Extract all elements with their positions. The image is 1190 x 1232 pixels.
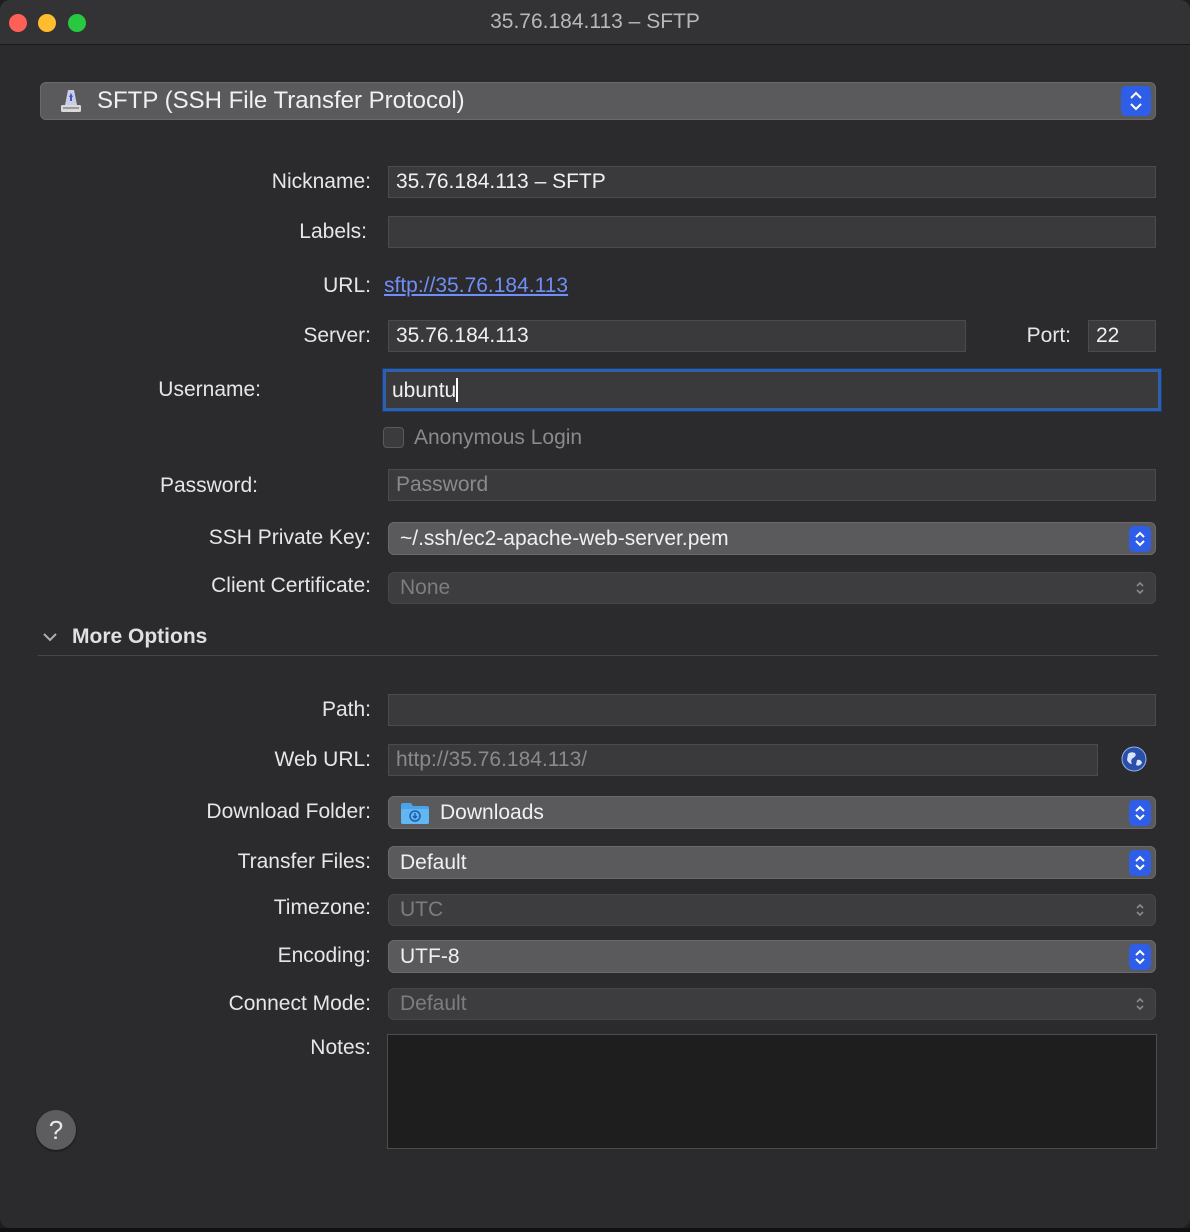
notes-label: Notes: <box>310 1036 371 1059</box>
web-url-field[interactable]: http://35.76.184.113/ <box>388 744 1098 776</box>
sftp-settings-window: 35.76.184.113 – SFTP SFTP (SSH File Tran… <box>0 0 1190 1228</box>
timezone-popup[interactable]: UTC <box>388 894 1156 926</box>
disk-icon <box>57 87 85 115</box>
more-options-label: More Options <box>72 625 208 648</box>
labels-field[interactable] <box>388 216 1156 248</box>
transfer-files-label: Transfer Files: <box>237 850 371 873</box>
client-cert-value: None <box>400 576 451 599</box>
download-folder-popup[interactable]: Downloads <box>388 796 1156 829</box>
globe-icon[interactable] <box>1121 746 1147 772</box>
anonymous-login-label[interactable]: Anonymous Login <box>414 426 582 450</box>
port-field[interactable]: 22 <box>1088 320 1156 352</box>
stepper-icon <box>1129 799 1151 826</box>
title-bar: 35.76.184.113 – SFTP <box>0 0 1190 45</box>
url-label: URL: <box>323 274 371 297</box>
username-field[interactable]: ubuntu <box>383 369 1161 411</box>
username-label: Username: <box>158 378 261 401</box>
transfer-files-popup[interactable]: Default <box>388 846 1156 879</box>
path-label: Path: <box>321 698 371 721</box>
labels-label: Labels: <box>299 220 367 243</box>
nickname-label: Nickname: <box>271 170 371 193</box>
anonymous-login-checkbox[interactable] <box>383 427 404 448</box>
download-folder-value: Downloads <box>440 800 544 824</box>
ssh-key-popup[interactable]: ~/.ssh/ec2-apache-web-server.pem <box>388 522 1156 555</box>
timezone-value: UTC <box>400 898 444 921</box>
download-folder-label: Download Folder: <box>206 800 371 823</box>
server-field[interactable]: 35.76.184.113 <box>388 320 966 352</box>
password-label: Password: <box>159 474 258 497</box>
chevron-down-icon <box>40 627 60 647</box>
url-link[interactable]: sftp://35.76.184.113 <box>384 274 568 298</box>
stepper-icon <box>1129 943 1151 970</box>
ssh-key-value: ~/.ssh/ec2-apache-web-server.pem <box>400 526 729 550</box>
web-url-label: Web URL: <box>274 748 371 771</box>
connect-mode-value: Default <box>400 992 467 1015</box>
timezone-label: Timezone: <box>273 896 371 919</box>
more-options-divider <box>38 655 1158 656</box>
encoding-label: Encoding: <box>277 944 371 967</box>
username-value: ubuntu <box>392 379 457 402</box>
stepper-icon <box>1129 849 1151 876</box>
stepper-icon <box>1129 525 1151 552</box>
stepper-icon <box>1121 86 1151 116</box>
folder-icon <box>400 801 430 825</box>
nickname-field[interactable]: 35.76.184.113 – SFTP <box>388 166 1156 198</box>
port-label: Port: <box>1026 324 1071 347</box>
window-title: 35.76.184.113 – SFTP <box>490 10 700 33</box>
text-caret <box>456 378 459 402</box>
server-label: Server: <box>303 324 371 347</box>
client-cert-popup[interactable]: None <box>388 572 1156 604</box>
ssh-key-label: SSH Private Key: <box>208 526 371 549</box>
encoding-popup[interactable]: UTF-8 <box>388 940 1156 973</box>
path-field[interactable] <box>388 694 1156 726</box>
transfer-files-value: Default <box>400 850 467 874</box>
stepper-icon <box>1129 897 1151 923</box>
more-options-disclosure[interactable]: More Options <box>40 622 207 652</box>
window-bottom-edge <box>0 1228 1190 1232</box>
connect-mode-popup[interactable]: Default <box>388 988 1156 1020</box>
protocol-label: SFTP (SSH File Transfer Protocol) <box>97 87 465 114</box>
encoding-value: UTF-8 <box>400 944 460 968</box>
protocol-popup[interactable]: SFTP (SSH File Transfer Protocol) <box>40 82 1156 120</box>
client-cert-label: Client Certificate: <box>211 574 371 597</box>
password-field[interactable]: Password <box>388 469 1156 501</box>
notes-textarea[interactable] <box>387 1034 1157 1149</box>
stepper-icon <box>1129 991 1151 1017</box>
help-icon[interactable]: ? <box>36 1110 76 1150</box>
connect-mode-label: Connect Mode: <box>228 992 371 1015</box>
stepper-icon <box>1129 575 1151 601</box>
